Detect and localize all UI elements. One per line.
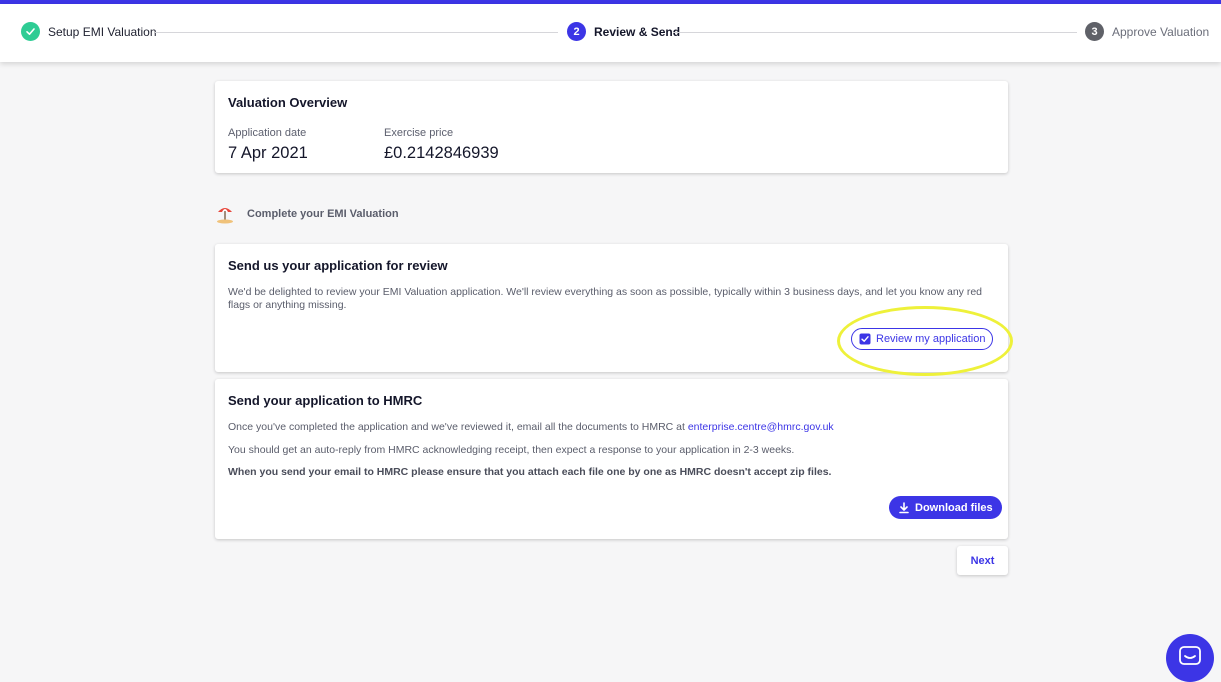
step-approve-valuation[interactable]: 3 Approve Valuation [1085,22,1209,41]
send-to-hmrc-card: Send your application to HMRC Once you'v… [215,379,1008,539]
hmrc-response-text: You should get an auto-reply from HMRC a… [228,444,795,456]
application-date-label: Application date [228,127,307,139]
step-connector [673,32,1077,33]
progress-stepper: Setup EMI Valuation 2 Review & Send 3 Ap… [0,4,1221,62]
application-date-value: 7 Apr 2021 [228,144,308,162]
step-connector [155,32,558,33]
chat-icon [1179,646,1201,666]
card-title: Valuation Overview [228,95,348,110]
review-description: We'd be delighted to review your EMI Val… [228,286,982,311]
exercise-price-value: £0.2142846939 [384,144,499,162]
step-review-and-send[interactable]: 2 Review & Send [567,22,680,41]
step-number-badge: 2 [567,22,586,41]
card-title: Send your application to HMRC [228,393,423,408]
checkbox-icon [859,333,871,345]
step-label: Approve Valuation [1112,24,1210,39]
hmrc-line1-text: Once you've completed the application an… [228,421,688,433]
section-title: Complete your EMI Valuation [247,208,399,220]
review-my-application-button[interactable]: Review my application [851,328,994,350]
step-setup-emi-valuation[interactable]: Setup EMI Valuation [21,22,157,41]
valuation-overview-card: Valuation Overview Application date 7 Ap… [215,81,1008,173]
button-label: Review my application [876,333,986,345]
exercise-price-label: Exercise price [384,127,454,139]
hmrc-instructions: Once you've completed the application an… [228,421,993,434]
step-number-badge: 3 [1085,22,1104,41]
chat-launcher-button[interactable] [1166,634,1214,682]
review-application-card: Send us your application for review We'd… [215,244,1008,372]
section-heading: Complete your EMI Valuation [215,204,399,224]
card-title: Send us your application for review [228,258,448,273]
button-label: Download files [915,501,993,514]
step-label: Review & Send [594,24,681,39]
hmrc-email-link[interactable]: enterprise.centre@hmrc.gov.uk [688,421,834,433]
download-icon [898,501,910,514]
check-icon [21,22,40,41]
next-button[interactable]: Next [957,546,1008,575]
download-files-button[interactable]: Download files [889,496,1002,519]
step-label: Setup EMI Valuation [48,24,157,39]
hmrc-attachment-warning: When you send your email to HMRC please … [228,466,832,478]
beach-umbrella-icon [215,204,235,224]
